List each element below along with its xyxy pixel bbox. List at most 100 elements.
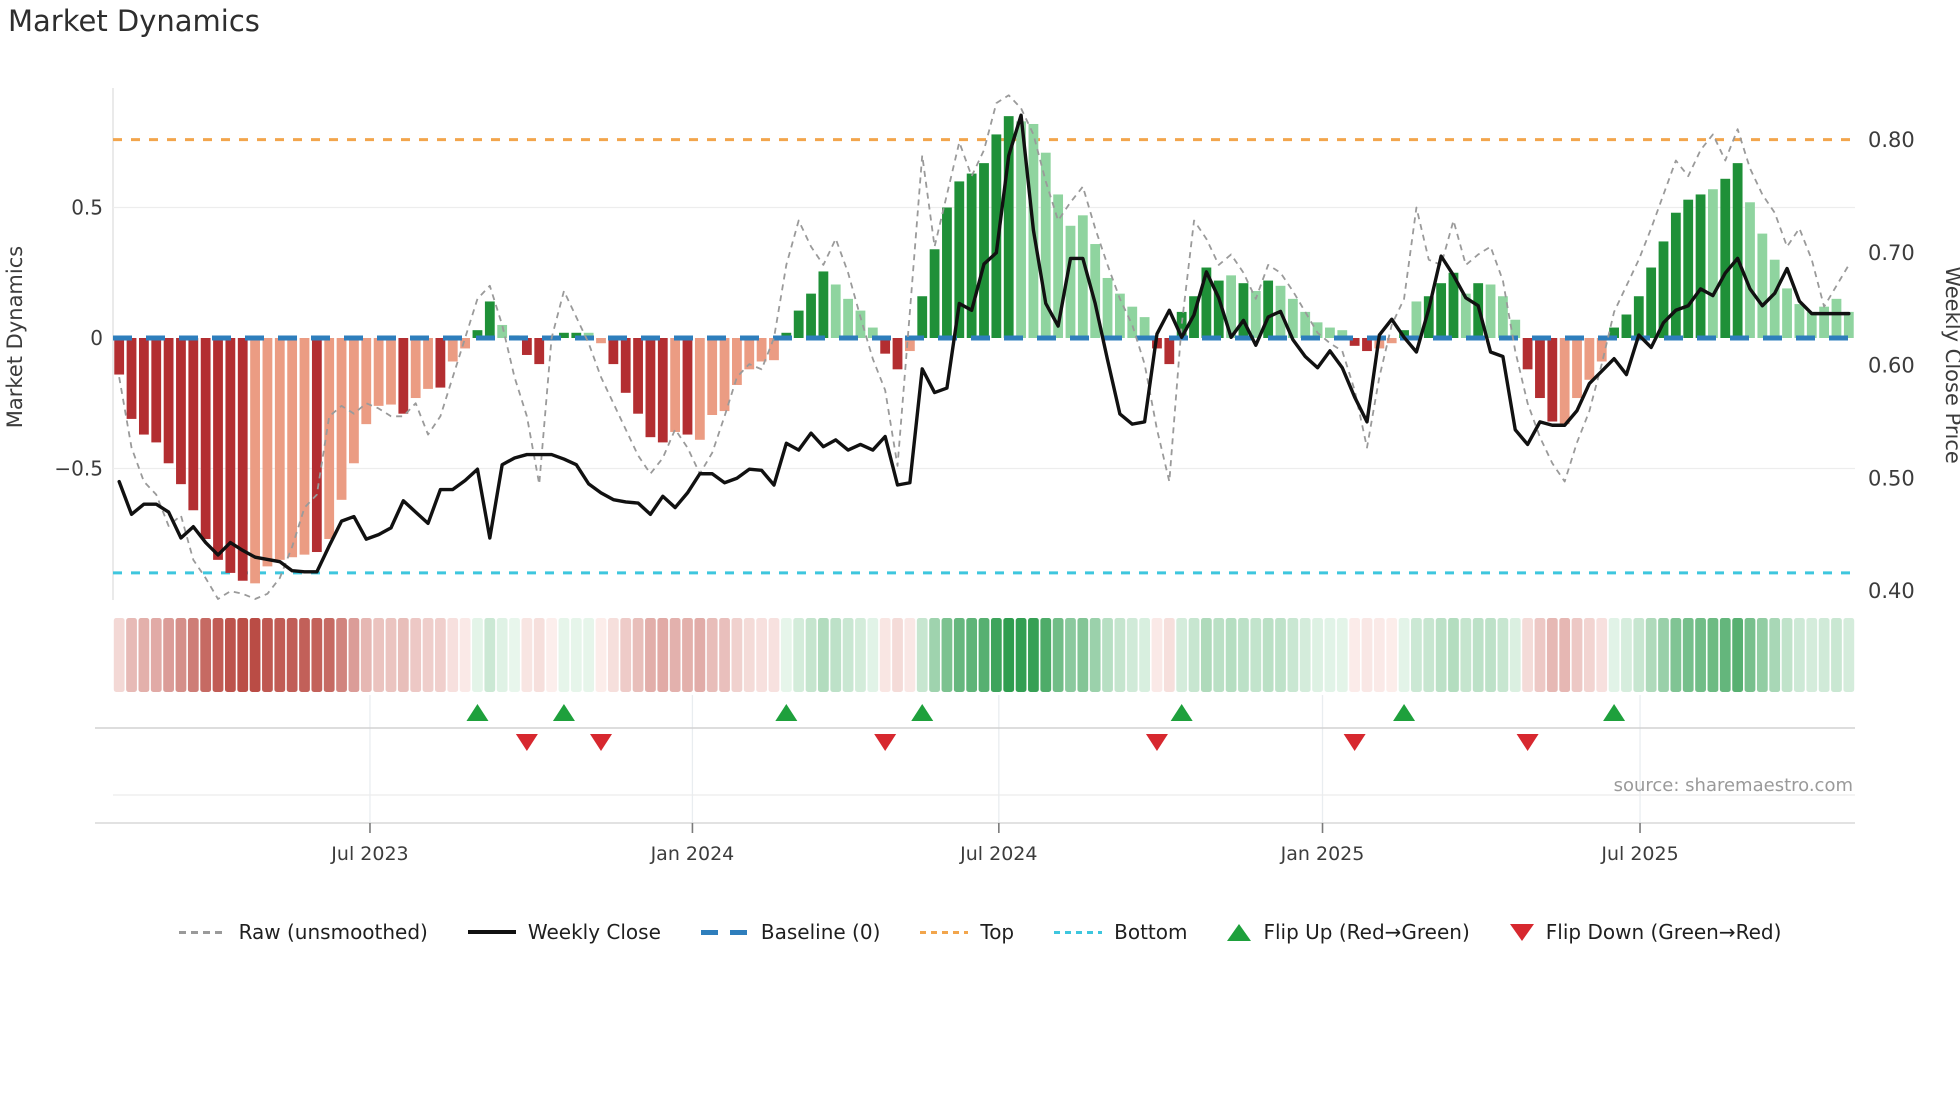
- dynamics-bar: [1572, 338, 1582, 399]
- heatmap-cell: [397, 618, 409, 692]
- heatmap-cell: [731, 618, 743, 692]
- heatmap-cell: [706, 618, 718, 692]
- dynamics-bar: [1584, 338, 1595, 380]
- heatmap-cell: [892, 618, 903, 692]
- heatmap-cell: [780, 618, 792, 692]
- right-tick-label: 0.60: [1868, 354, 1915, 378]
- dynamics-bar: [806, 293, 816, 338]
- heatmap-cell: [533, 618, 545, 692]
- dynamics-bar: [732, 338, 742, 385]
- heatmap-cell: [1695, 618, 1706, 692]
- dynamics-bar: [1819, 306, 1830, 338]
- flip-down-marker: [874, 734, 897, 751]
- heatmap-cell: [1040, 618, 1052, 692]
- heatmap-cell: [1287, 618, 1299, 692]
- legend-label-bottom: Bottom: [1114, 920, 1188, 944]
- heatmap-cell: [1818, 618, 1830, 692]
- heatmap-cell: [830, 618, 842, 692]
- right-axis-title: Weekly Close Price: [1941, 266, 1960, 464]
- heatmap-cell: [1201, 618, 1212, 692]
- heatmap-cell: [1596, 618, 1608, 692]
- heatmap-cell: [1250, 618, 1262, 692]
- heatmap-cell: [805, 618, 817, 692]
- dynamics-bar: [1720, 178, 1731, 338]
- heatmap-cell: [521, 618, 533, 692]
- heatmap-cell: [1707, 618, 1719, 692]
- legend-label-weekly-close: Weekly Close: [527, 920, 661, 944]
- dynamics-bar: [769, 338, 779, 361]
- heatmap-cell: [1225, 618, 1237, 692]
- heatmap-cell: [1843, 618, 1855, 692]
- heatmap-cell: [1794, 618, 1805, 692]
- dynamics-bar: [534, 338, 545, 365]
- heatmap-cell: [916, 618, 928, 692]
- dynamics-bar: [633, 338, 643, 414]
- dynamics-bar: [1139, 317, 1150, 338]
- heatmap-cell: [1349, 618, 1361, 692]
- dynamics-bar: [1806, 311, 1817, 338]
- dynamics-bar: [262, 338, 273, 567]
- legend-item-top: Top: [920, 920, 1014, 944]
- dynamics-bar: [237, 338, 248, 581]
- heatmap-cell: [1015, 618, 1027, 692]
- flip-up-marker: [775, 704, 798, 721]
- dynamics-bar: [435, 338, 446, 388]
- heatmap-cell: [768, 618, 780, 692]
- dynamics-bar: [250, 338, 260, 584]
- heatmap-cell: [1719, 618, 1731, 692]
- heatmap-cell: [1151, 618, 1163, 692]
- right-tick-label: 0.40: [1868, 579, 1915, 603]
- dynamics-bar: [1411, 301, 1422, 338]
- dynamics-bar: [966, 173, 977, 338]
- bottom-line-swatch-icon: [1054, 930, 1103, 934]
- heatmap-cell: [929, 618, 940, 692]
- heatmap-cell: [385, 618, 397, 692]
- heatmap-cell: [1608, 618, 1620, 692]
- dynamics-bar: [324, 338, 335, 539]
- flip-down-marker: [590, 734, 613, 751]
- dynamics-bar: [596, 338, 606, 344]
- dynamics-bar: [818, 271, 829, 338]
- right-tick-label: 0.50: [1868, 466, 1915, 490]
- dynamics-bar: [979, 163, 989, 338]
- heatmap-cell: [1522, 618, 1533, 692]
- heatmap-cell: [941, 618, 953, 692]
- heatmap-cell: [1163, 618, 1175, 692]
- heatmap-cell: [410, 618, 422, 692]
- heatmap-cell: [1756, 618, 1768, 692]
- heatmap-cell: [1448, 618, 1459, 692]
- heatmap-cell: [818, 618, 829, 692]
- heatmap-cell: [126, 618, 137, 692]
- dynamics-bar: [1843, 311, 1854, 338]
- heatmap-cell: [842, 618, 854, 692]
- legend-label-raw: Raw (unsmoothed): [238, 920, 428, 944]
- dynamics-bar: [620, 338, 631, 393]
- dynamics-bar: [1633, 296, 1644, 338]
- dynamics-bar: [299, 338, 310, 555]
- heatmap-strip: [113, 618, 1855, 692]
- dynamics-bar: [484, 301, 495, 338]
- source-credit: source: sharemaestro.com: [1614, 775, 1853, 796]
- flip-up-marker: [1603, 704, 1626, 721]
- heatmap-cell: [113, 618, 125, 692]
- flip-down-marker: [515, 734, 538, 751]
- heatmap-cell: [212, 618, 224, 692]
- heatmap-cell: [1485, 618, 1496, 692]
- heatmap-cell: [607, 618, 619, 692]
- dynamics-bar: [707, 338, 718, 415]
- dynamics-bar: [163, 338, 174, 464]
- flip-up-marker: [466, 704, 489, 721]
- heatmap-cell: [583, 618, 595, 692]
- heatmap-cell: [1670, 618, 1682, 692]
- heatmap-cell: [1077, 618, 1089, 692]
- dynamics-bar: [151, 338, 162, 443]
- dynamics-bar: [349, 338, 359, 464]
- flip-up-marker: [911, 704, 934, 721]
- dynamics-bar: [694, 338, 705, 440]
- dynamics-bar: [1127, 306, 1138, 338]
- heatmap-cell: [323, 618, 335, 692]
- bars-layer: [114, 116, 1854, 584]
- heatmap-cell: [1497, 618, 1509, 692]
- dynamics-bar: [1325, 327, 1335, 338]
- heatmap-cell: [1299, 618, 1311, 692]
